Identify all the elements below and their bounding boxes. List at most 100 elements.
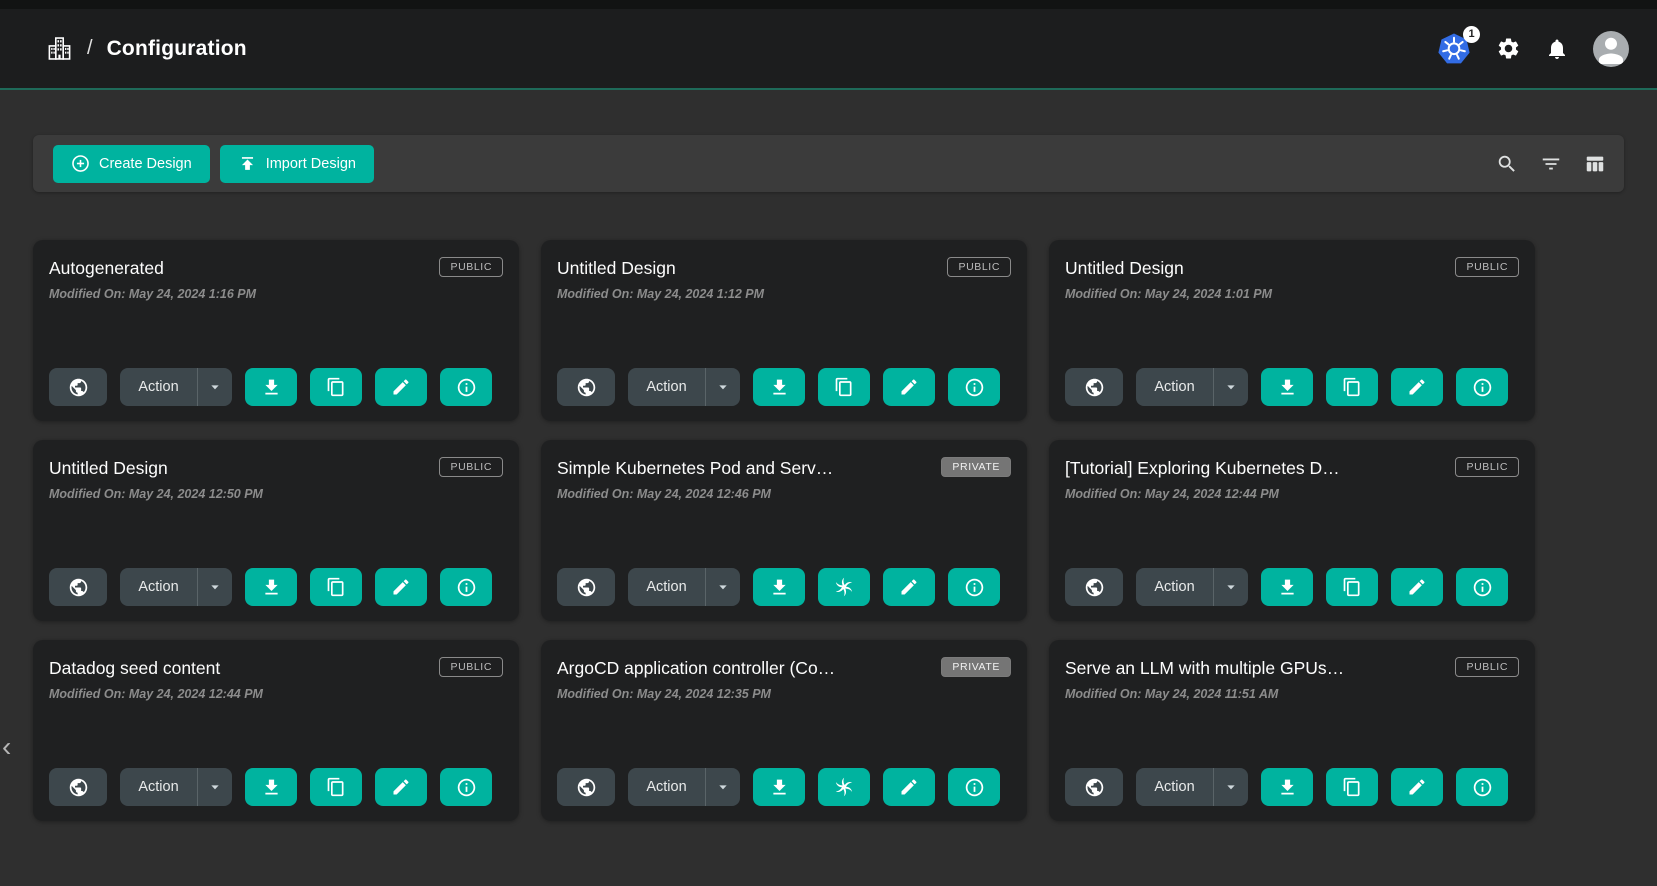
pencil-icon <box>391 577 411 597</box>
action-split-button[interactable]: Action <box>1136 568 1248 606</box>
action-dropdown-toggle[interactable] <box>1214 579 1248 595</box>
download-icon <box>261 777 282 798</box>
download-design-button[interactable] <box>245 568 297 606</box>
visibility-globe-button[interactable] <box>49 768 107 806</box>
action-dropdown-toggle[interactable] <box>198 579 232 595</box>
action-split-button[interactable]: Action <box>120 368 232 406</box>
visibility-globe-button[interactable] <box>1065 368 1123 406</box>
visibility-globe-button[interactable] <box>557 768 615 806</box>
kubernetes-context-count-badge: 1 <box>1463 26 1480 43</box>
visibility-globe-button[interactable] <box>557 368 615 406</box>
info-icon <box>1472 777 1493 798</box>
clone-design-button[interactable] <box>818 568 870 606</box>
filter-button[interactable] <box>1540 153 1562 175</box>
design-info-button[interactable] <box>440 368 492 406</box>
search-button[interactable] <box>1496 153 1518 175</box>
download-design-button[interactable] <box>1261 368 1313 406</box>
action-label: Action <box>120 579 197 595</box>
edit-design-button[interactable] <box>1391 568 1443 606</box>
visibility-globe-button[interactable] <box>557 568 615 606</box>
edit-design-button[interactable] <box>883 768 935 806</box>
download-icon <box>261 577 282 598</box>
organization-building-icon[interactable] <box>46 35 73 62</box>
visibility-badge: PUBLIC <box>439 457 503 477</box>
clone-design-button[interactable] <box>1326 568 1378 606</box>
globe-icon <box>1084 377 1105 398</box>
import-upload-icon <box>238 154 257 173</box>
clone-design-button[interactable] <box>1326 368 1378 406</box>
design-info-button[interactable] <box>948 768 1000 806</box>
download-design-button[interactable] <box>753 568 805 606</box>
visibility-badge: PUBLIC <box>1455 457 1519 477</box>
copy-icon <box>1342 777 1362 797</box>
edit-design-button[interactable] <box>1391 768 1443 806</box>
edit-design-button[interactable] <box>375 768 427 806</box>
clone-design-button[interactable] <box>310 368 362 406</box>
info-icon <box>456 377 477 398</box>
edit-design-button[interactable] <box>883 568 935 606</box>
clone-design-button[interactable] <box>1326 768 1378 806</box>
edit-design-button[interactable] <box>883 368 935 406</box>
filter-list-icon <box>1540 153 1562 175</box>
visibility-badge: PRIVATE <box>941 457 1011 477</box>
pencil-icon <box>899 577 919 597</box>
clone-design-button[interactable] <box>818 368 870 406</box>
action-split-button[interactable]: Action <box>1136 768 1248 806</box>
action-split-button[interactable]: Action <box>120 568 232 606</box>
download-design-button[interactable] <box>245 768 297 806</box>
action-dropdown-toggle[interactable] <box>706 579 740 595</box>
design-info-button[interactable] <box>1456 368 1508 406</box>
clone-design-button[interactable] <box>310 768 362 806</box>
design-info-button[interactable] <box>948 568 1000 606</box>
info-icon <box>456 777 477 798</box>
action-dropdown-toggle[interactable] <box>706 379 740 395</box>
download-design-button[interactable] <box>753 368 805 406</box>
download-design-button[interactable] <box>1261 768 1313 806</box>
table-view-button[interactable] <box>1584 153 1606 175</box>
visibility-globe-button[interactable] <box>49 368 107 406</box>
sidebar-collapse-chevron[interactable]: ‹ <box>2 733 11 761</box>
download-design-button[interactable] <box>753 768 805 806</box>
action-split-button[interactable]: Action <box>628 768 740 806</box>
action-dropdown-toggle[interactable] <box>198 379 232 395</box>
settings-button[interactable] <box>1496 36 1521 61</box>
action-split-button[interactable]: Action <box>120 768 232 806</box>
action-split-button[interactable]: Action <box>628 368 740 406</box>
action-dropdown-toggle[interactable] <box>1214 379 1248 395</box>
action-dropdown-toggle[interactable] <box>706 779 740 795</box>
design-card: Untitled Design PUBLIC Modified On: May … <box>541 240 1027 421</box>
design-info-button[interactable] <box>948 368 1000 406</box>
modified-timestamp: Modified On: May 24, 2024 1:12 PM <box>557 287 1011 301</box>
download-design-button[interactable] <box>245 368 297 406</box>
action-split-button[interactable]: Action <box>628 568 740 606</box>
design-title: ArgoCD application controller (Co… <box>557 656 931 679</box>
design-title: Simple Kubernetes Pod and Serv… <box>557 456 931 479</box>
download-icon <box>261 377 282 398</box>
notifications-button[interactable] <box>1545 37 1569 61</box>
design-info-button[interactable] <box>440 768 492 806</box>
edit-design-button[interactable] <box>375 368 427 406</box>
action-label: Action <box>628 779 705 795</box>
design-info-button[interactable] <box>1456 568 1508 606</box>
clone-design-button[interactable] <box>310 568 362 606</box>
import-design-button[interactable]: Import Design <box>220 145 374 183</box>
kubernetes-context-icon[interactable]: 1 <box>1438 33 1472 65</box>
action-dropdown-toggle[interactable] <box>1214 779 1248 795</box>
user-avatar[interactable] <box>1593 31 1629 67</box>
visibility-globe-button[interactable] <box>49 568 107 606</box>
action-split-button[interactable]: Action <box>1136 368 1248 406</box>
card-action-row: Action <box>557 568 1011 606</box>
create-design-button[interactable]: Create Design <box>53 145 210 183</box>
action-dropdown-toggle[interactable] <box>198 779 232 795</box>
design-info-button[interactable] <box>1456 768 1508 806</box>
edit-design-button[interactable] <box>375 568 427 606</box>
design-card: Serve an LLM with multiple GPUs… PUBLIC … <box>1049 640 1535 821</box>
clone-design-button[interactable] <box>818 768 870 806</box>
visibility-globe-button[interactable] <box>1065 768 1123 806</box>
card-action-row: Action <box>49 768 503 806</box>
globe-icon <box>68 577 89 598</box>
download-design-button[interactable] <box>1261 568 1313 606</box>
visibility-globe-button[interactable] <box>1065 568 1123 606</box>
edit-design-button[interactable] <box>1391 368 1443 406</box>
design-info-button[interactable] <box>440 568 492 606</box>
